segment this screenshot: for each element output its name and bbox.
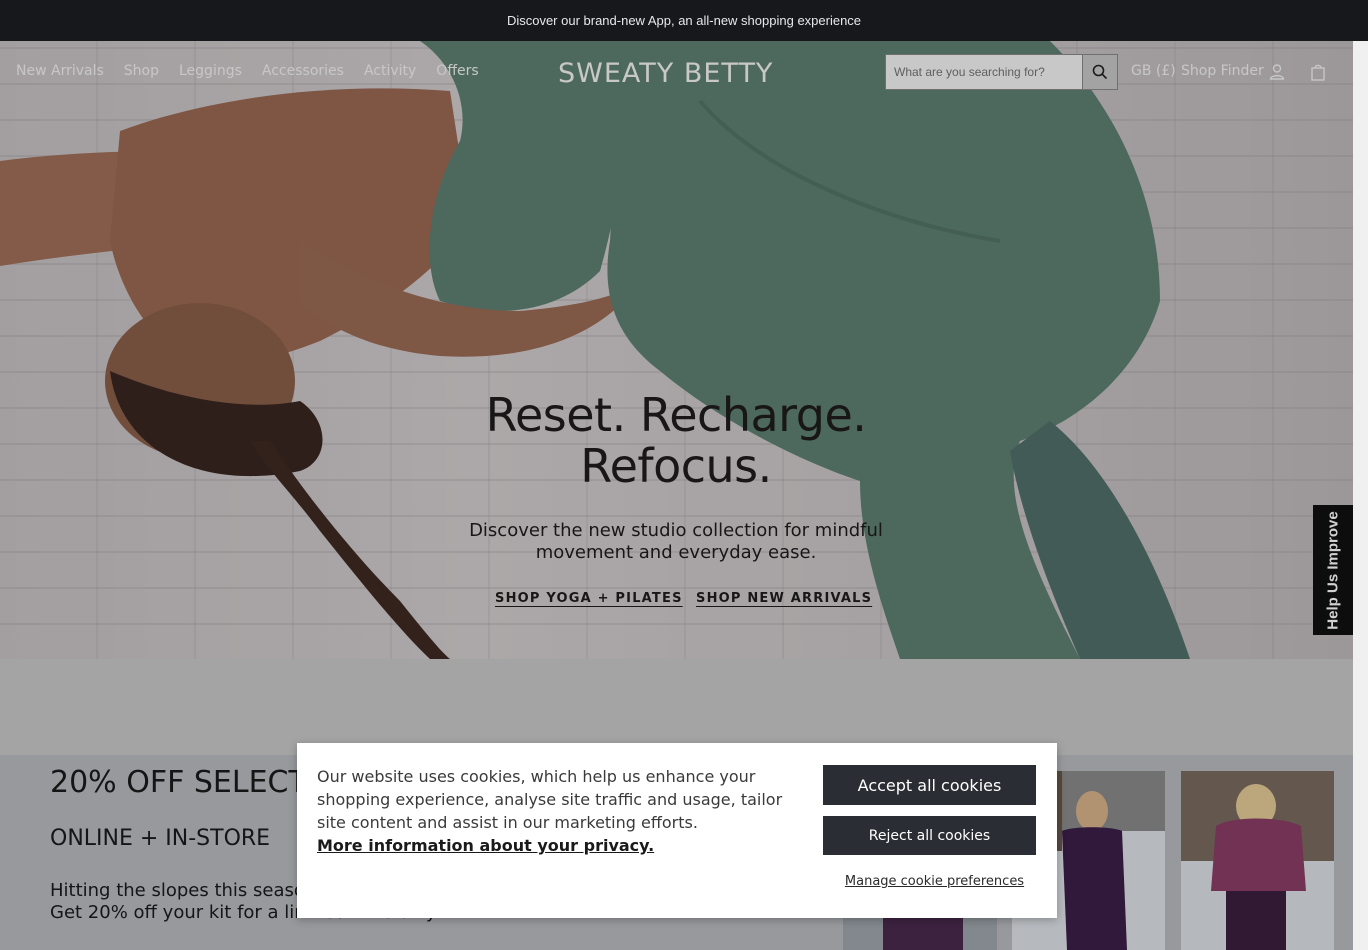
cookie-banner: Our website uses cookies, which help us … <box>297 743 1057 918</box>
product-thumbnail[interactable] <box>1181 771 1334 950</box>
bag-icon[interactable] <box>1308 62 1328 82</box>
search-input[interactable] <box>885 54 1083 90</box>
currency-selector[interactable]: GB (£) <box>1131 63 1176 79</box>
content-spacer <box>0 659 1353 755</box>
product-image <box>1181 771 1334 950</box>
nav-offers[interactable]: Offers <box>436 63 478 79</box>
nav-accessories[interactable]: Accessories <box>262 63 344 79</box>
main-nav: New Arrivals Shop Leggings Accessories A… <box>16 63 479 79</box>
help-tab-label: Help Us Improve <box>1324 510 1342 630</box>
page-scrollbar[interactable] <box>1353 41 1368 950</box>
privacy-info-link[interactable]: More information about your privacy. <box>317 834 787 857</box>
search-icon <box>1092 64 1108 80</box>
hero-model-illustration <box>0 41 1190 659</box>
cookie-text: Our website uses cookies, which help us … <box>317 765 787 857</box>
hero-subtitle: Discover the new studio collection for m… <box>469 520 883 563</box>
hero-banner <box>0 41 1353 659</box>
offer-title: 20% OFF SELECT <box>50 765 307 800</box>
reject-all-cookies-button[interactable]: Reject all cookies <box>823 816 1036 855</box>
nav-leggings[interactable]: Leggings <box>179 63 242 79</box>
account-icon[interactable] <box>1267 62 1287 82</box>
hero-title: Reset. Recharge. Refocus. <box>380 390 972 492</box>
nav-shop[interactable]: Shop <box>124 63 159 79</box>
search-button[interactable] <box>1083 54 1118 90</box>
shop-yoga-pilates-link[interactable]: SHOP YOGA + PILATES <box>495 591 683 606</box>
nav-activity[interactable]: Activity <box>364 63 416 79</box>
promo-text[interactable]: Discover our brand-new App, an all-new s… <box>507 13 861 28</box>
accept-all-cookies-button[interactable]: Accept all cookies <box>823 765 1036 805</box>
nav-new-arrivals[interactable]: New Arrivals <box>16 63 104 79</box>
offer-subtitle: ONLINE + IN-STORE <box>50 826 271 851</box>
shop-new-arrivals-link[interactable]: SHOP NEW ARRIVALS <box>696 591 872 606</box>
brand-logo[interactable]: SWEATY BETTY <box>558 58 773 89</box>
search-bar <box>885 54 1118 90</box>
shop-finder-link[interactable]: Shop Finder <box>1181 63 1264 79</box>
promo-bar[interactable]: Discover our brand-new App, an all-new s… <box>0 0 1368 41</box>
hero-title-line1: Reset. Recharge. <box>485 388 867 442</box>
manage-cookie-preferences-link[interactable]: Manage cookie preferences <box>823 874 1046 889</box>
cookie-message: Our website uses cookies, which help us … <box>317 767 783 832</box>
hero-title-line2: Refocus. <box>580 439 772 493</box>
help-us-improve-tab[interactable]: Help Us Improve <box>1313 505 1353 635</box>
